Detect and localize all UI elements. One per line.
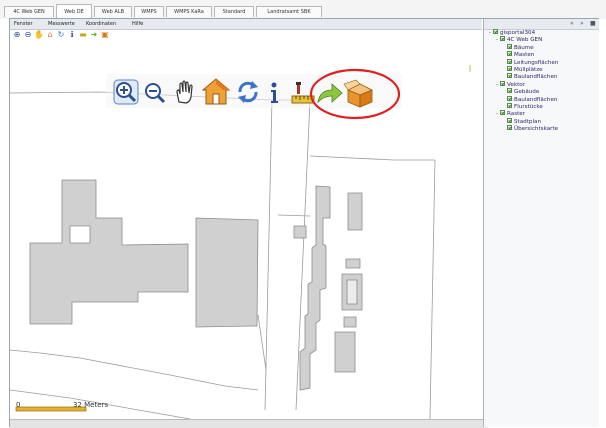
menu-messwerte[interactable]: Messwerte [48,19,75,29]
parcel-line [264,99,273,411]
small-open-box-icon[interactable]: ▣ [100,30,110,40]
layer-tree-node[interactable]: Masten [487,51,599,59]
small-info-icon[interactable]: ℹ [67,30,77,40]
layer-tree-node[interactable]: Stadtplan [487,117,599,126]
layer-tree-node[interactable]: Leitungsflächen [487,58,599,67]
menu-bar: Fenster Messwerte Koordinaten Hilfe [10,19,482,30]
layer-checkbox[interactable] [507,125,512,131]
layer-label: gisportal304 [500,30,536,36]
layer-checkbox[interactable] [507,88,512,94]
layer-label: Leitungsflächen [514,59,559,66]
building-large-west [29,179,189,325]
layers-panel-header: « » ■ [484,19,599,30]
menu-koordinaten[interactable]: Koordinaten [86,19,116,29]
small-zoom-in-icon[interactable]: ⊕ [12,30,22,40]
scale-end-label: 32 Meters [73,401,109,409]
menu-hilfe[interactable]: Hilfe [132,19,143,29]
small-zoom-out-icon[interactable]: ⊖ [23,30,33,40]
tab-web-alb[interactable]: Web ALB [94,6,132,17]
building-east-2 [345,258,361,269]
layer-label: Gebäude [514,89,540,96]
building-east-3-inner [346,279,358,305]
parcel-line [429,159,436,419]
layer-tree-node[interactable]: -4C Web GEN [487,36,599,44]
layer-tree-node[interactable]: Gebäude [487,88,599,96]
small-refresh-icon[interactable]: ↻ [56,30,66,40]
buildings [29,179,363,391]
layer-tree-node[interactable]: Baulandflächen [487,95,599,104]
tab-standard[interactable]: Standard [214,6,254,17]
tab-wmps-kara[interactable]: WMPS KaRa [166,6,212,17]
layer-tree-node[interactable]: Bäume [487,43,599,52]
layers-panel: « » ■ - gisportal304-4C Web GEN Bäume Maste… [483,19,599,427]
layer-checkbox[interactable] [500,110,505,116]
small-pan-hand-icon[interactable]: ✋ [34,30,44,40]
parcel-line [10,349,81,359]
layer-label: 4C Web GEN [507,37,543,44]
scale-start-label: 0 [16,401,21,409]
layer-label: Vektor [507,81,525,88]
layer-tree-node[interactable]: - Vektor [487,80,599,89]
layer-checkbox[interactable] [507,117,512,123]
layer-checkbox[interactable] [507,102,512,108]
tab-4c-web-gen[interactable]: 4C Web GEN [4,6,54,17]
building-east-4 [343,316,357,328]
layer-label: Baulandflächen [514,74,558,81]
layer-tree-node[interactable]: Müllplätze [487,65,599,74]
map-toolbar [106,68,402,120]
tab-web-de[interactable]: Web DE [56,4,92,18]
map-view[interactable]: 0 32 Meters [10,30,482,419]
menu-fenster[interactable]: Fenster [14,19,33,29]
layer-label: Baulandflächen [514,96,558,103]
layer-checkbox[interactable] [507,95,512,101]
layer-checkbox[interactable] [500,36,505,42]
tab-wmps[interactable]: WMPS [134,6,164,17]
layer-checkbox[interactable] [500,80,505,86]
building-east-1 [347,192,363,231]
collapse-right-icon[interactable]: » [580,20,584,27]
panel-menu-icon[interactable]: ■ [590,20,596,27]
layer-tree: - gisportal304-4C Web GEN Bäume Masten Leitu… [487,29,599,133]
courtyard [69,225,91,244]
parcel-line [257,314,267,371]
layer-tree-node[interactable]: - Raster [487,110,599,118]
layer-checkbox[interactable] [507,65,512,71]
map-canvas [10,65,471,419]
building-small-annex [293,225,307,239]
small-toolbar: ⊕ ⊖ ✋ ⌂ ↻ ℹ ▬ ➜ ▣ [12,30,172,42]
parcel-line [309,155,435,161]
building-east-5 [334,331,356,373]
layer-label: Übersichtskarte [514,126,559,133]
layer-checkbox[interactable] [507,43,512,49]
layer-label: Müllplätze [514,66,543,73]
layer-label: Masten [514,52,535,59]
layer-checkbox[interactable] [507,51,512,57]
layer-tree-node[interactable]: Übersichtskarte [487,125,599,133]
layer-label: Stadtplan [514,118,541,125]
small-home-icon[interactable]: ⌂ [45,30,55,40]
building-large-center [195,217,259,328]
tab-landratsamt-sbk[interactable]: Landratsamt SBK [256,6,322,17]
layer-label: Flurstücke [514,103,543,110]
layer-label: Raster [507,111,526,118]
layer-label: Bäume [514,44,534,51]
layer-checkbox[interactable] [493,29,498,34]
layer-checkbox[interactable] [507,58,512,64]
layer-checkbox[interactable] [507,73,512,79]
collapse-left-icon[interactable]: « [570,20,574,27]
small-measure-icon[interactable]: ▬ [78,30,88,40]
tab-bar: 4C Web GEN Web DE Web ALB WMPS WMPS KaRa… [0,0,606,19]
small-forward-arrow-icon[interactable]: ➜ [89,30,99,40]
zoom-in-icon [113,79,139,105]
parcel-line [79,357,259,391]
